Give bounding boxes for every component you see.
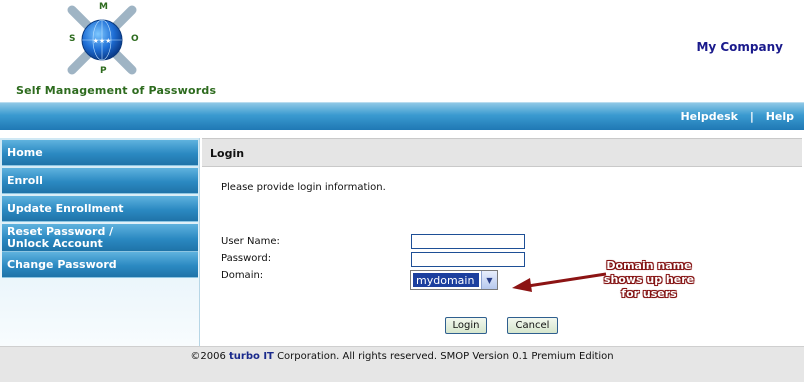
logo-letter-o: O (131, 34, 139, 44)
header: ★★★ M S O P Self Management of Passwords… (0, 0, 804, 102)
top-nav-links: Helpdesk | Help (680, 110, 794, 123)
top-nav-bar: Helpdesk | Help (0, 102, 804, 130)
sidebar-item-label: Update Enrollment (7, 201, 124, 215)
sidebar-item-reset-password[interactable]: Reset Password / Unlock Account (2, 224, 198, 252)
sidebar-item-label: Change Password (7, 257, 117, 271)
domain-label: Domain: (221, 270, 264, 281)
username-input[interactable] (411, 234, 525, 249)
logo-letter-p: P (100, 66, 107, 76)
spacer (0, 130, 804, 138)
sidebar-item-label: Reset Password / Unlock Account (7, 224, 114, 250)
smop-logo: ★★★ M S O P (60, 2, 144, 78)
sidebar-item-label: Enroll (7, 173, 43, 187)
password-label: Password: (221, 253, 272, 264)
username-label: User Name: (221, 236, 280, 247)
company-name: My Company (696, 40, 783, 54)
svg-text:★★★: ★★★ (93, 37, 112, 45)
chevron-down-icon[interactable]: ▼ (481, 271, 497, 289)
password-input[interactable] (411, 252, 525, 267)
sidebar-item-home[interactable]: Home (2, 140, 198, 166)
top-nav-separator: | (749, 110, 754, 123)
copyright-suffix: Corporation. All rights reserved. SMOP V… (277, 351, 614, 362)
annotation-arrow-icon (512, 272, 607, 292)
footer-brand: turbo IT (229, 351, 274, 362)
login-button[interactable]: Login (445, 317, 487, 334)
sidebar-item-label: Home (7, 145, 43, 159)
panel-header: Login (202, 138, 802, 167)
sidebar: Home Enroll Update Enrollment Reset Pass… (0, 138, 200, 346)
sidebar-item-change-password[interactable]: Change Password (2, 252, 198, 278)
copyright-prefix: ©2006 (190, 351, 226, 362)
domain-select[interactable]: mydomain ▼ (410, 270, 498, 290)
footer: ©2006 turbo IT Corporation. All rights r… (0, 346, 804, 382)
logo-letter-s: S (69, 34, 76, 44)
copyright-text: ©2006 turbo IT Corporation. All rights r… (0, 351, 804, 362)
logo-title: Self Management of Passwords (16, 84, 217, 97)
help-link[interactable]: Help (766, 110, 794, 123)
page-title: Login (210, 147, 245, 160)
annotation-callout: Domain name shows up here for users (603, 259, 695, 300)
sidebar-item-update-enrollment[interactable]: Update Enrollment (2, 196, 198, 222)
domain-selected-value: mydomain (413, 273, 479, 287)
sidebar-item-enroll[interactable]: Enroll (2, 168, 198, 194)
login-instruction: Please provide login information. (221, 182, 386, 193)
cancel-button[interactable]: Cancel (507, 317, 558, 334)
logo-letter-m: M (99, 2, 108, 12)
helpdesk-link[interactable]: Helpdesk (680, 110, 738, 123)
